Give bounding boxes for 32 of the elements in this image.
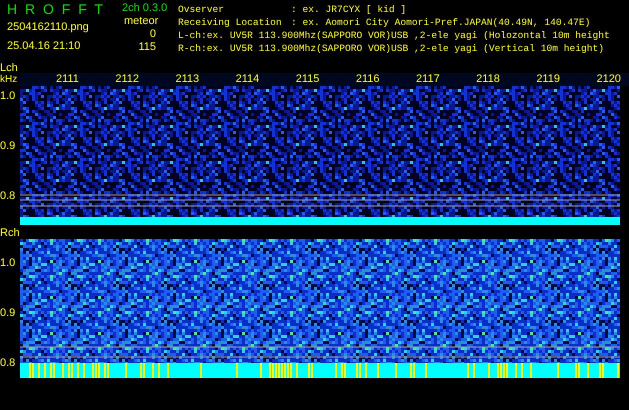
info-label: Receiving Location <box>178 16 283 29</box>
info-label: Ovserver <box>178 3 226 16</box>
version-label: 2ch 0.3.0 <box>122 2 168 15</box>
channel-label: Rch <box>0 227 20 239</box>
time-label: 2115 <box>296 73 320 86</box>
file-name: 2504162110.png <box>7 21 90 34</box>
axis-tick-label: 0.8 <box>0 190 16 202</box>
timestamp: 25.04.16 21:10 <box>7 40 82 53</box>
time-label: 2117 <box>416 73 440 86</box>
info-value: : ex. JR7CYX [ kid ] <box>291 3 406 16</box>
time-label: 2120 <box>596 73 621 86</box>
time-label: 2112 <box>115 73 139 86</box>
app-title: H R O F F T <box>7 2 106 16</box>
channel-label: Lch <box>0 62 19 74</box>
info-line: L-ch:ex. UV5R 113.900Mhz(SAPPORO VOR)USB ,2-ele yagi (Holozontal 10m height <box>178 29 610 42</box>
time-label: 2111 <box>56 73 79 86</box>
axis-tick-label: 1.0 <box>0 257 16 269</box>
time-label: 2116 <box>356 73 380 86</box>
axis-tick-label: 0.9 <box>0 307 16 319</box>
info-line: R-ch:ex. UV5R 113.900Mhz(SAPPORO VOR)USB ,2-ele yagi (Vertical 10m height) <box>178 42 606 55</box>
info-value: : ex. Aomori City Aomori-Pref.JAPAN(40.49N, 140.47E) <box>291 16 590 29</box>
time-label: 2114 <box>236 73 260 86</box>
meteor-count: 115 <box>138 41 157 54</box>
meteor-count: 0 <box>150 28 157 41</box>
time-label: 2113 <box>175 73 200 86</box>
time-label: 2118 <box>476 73 500 86</box>
time-label: 2119 <box>536 73 560 86</box>
meteor-label: meteor <box>123 15 160 28</box>
axis-tick-label: 0.9 <box>0 140 16 152</box>
unit-label: kHz <box>0 74 18 86</box>
axis-tick-label: 1.0 <box>0 90 16 102</box>
axis-tick-label: 0.8 <box>0 357 16 369</box>
